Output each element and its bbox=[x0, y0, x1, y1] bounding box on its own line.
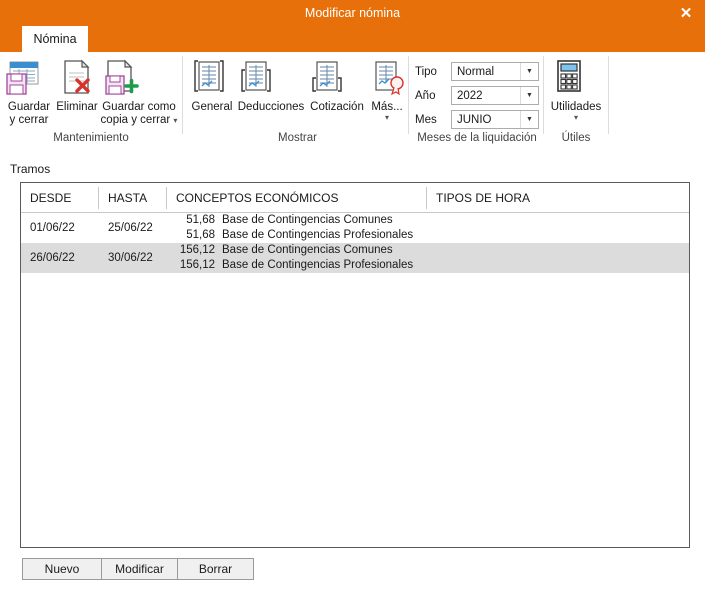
ribbon-separator-1 bbox=[182, 56, 183, 134]
guardar-como-copia-button[interactable]: Guardar como copia y cerrar ▾ bbox=[100, 56, 178, 127]
table-row[interactable]: 26/06/22 30/06/22 156,12 Base de Conting… bbox=[21, 243, 689, 273]
tipo-select[interactable]: Normal ▼ bbox=[451, 62, 539, 81]
tab-nomina[interactable]: Nómina bbox=[22, 26, 88, 52]
nuevo-button[interactable]: Nuevo bbox=[22, 558, 102, 580]
mes-field-row: Mes JUNIO ▼ bbox=[415, 110, 540, 130]
ribbon-tab-strip: Nómina bbox=[0, 26, 705, 52]
mes-select[interactable]: JUNIO ▼ bbox=[451, 110, 539, 129]
group-label-utiles: Útiles bbox=[561, 132, 591, 144]
concept-line: 51,68 Base de Contingencias Profesionale… bbox=[167, 228, 426, 243]
general-button[interactable]: General bbox=[189, 56, 235, 114]
concept-line: 51,68 Base de Contingencias Comunes bbox=[167, 213, 426, 228]
eliminar-button[interactable]: Eliminar bbox=[55, 56, 99, 114]
window-title: Modificar nómina bbox=[304, 6, 401, 20]
chevron-down-icon[interactable]: ▼ bbox=[520, 87, 538, 104]
concept-amount: 51,68 bbox=[186, 229, 215, 241]
ribbon: Guardar y cerrar Eliminar Guardar como c… bbox=[0, 52, 705, 147]
concept-text: Base de Contingencias Comunes bbox=[222, 244, 393, 256]
ribbon-separator-3 bbox=[543, 56, 544, 134]
group-label-mantenimiento: Mantenimiento bbox=[53, 132, 129, 144]
ano-label: Año bbox=[415, 90, 436, 102]
eliminar-label: Eliminar bbox=[56, 101, 98, 113]
cotizacion-button[interactable]: Cotización bbox=[307, 56, 367, 114]
concept-line: 156,12 Base de Contingencias Profesional… bbox=[167, 258, 426, 273]
table-row[interactable]: 01/06/22 25/06/22 51,68 Base de Continge… bbox=[21, 213, 689, 243]
cell-tipos-hora bbox=[427, 213, 689, 243]
cell-desde: 01/06/22 bbox=[30, 222, 75, 234]
group-label-meses: Meses de la liquidación bbox=[417, 132, 537, 144]
tramos-table: DESDE HASTA CONCEPTOS ECONÓMICOS TIPOS D… bbox=[20, 182, 690, 548]
close-icon[interactable]: ✕ bbox=[667, 0, 705, 26]
borrar-button[interactable]: Borrar bbox=[177, 558, 254, 580]
chevron-down-icon[interactable]: ▼ bbox=[520, 111, 538, 128]
deducciones-button[interactable]: Deducciones bbox=[236, 56, 306, 114]
guardar-y-cerrar-button[interactable]: Guardar y cerrar bbox=[4, 56, 54, 127]
report-contribution-icon bbox=[307, 58, 367, 98]
column-header-desde[interactable]: DESDE bbox=[21, 183, 98, 212]
utilidades-button[interactable]: Utilidades ▾ bbox=[549, 56, 603, 122]
group-label-mostrar: Mostrar bbox=[278, 132, 317, 144]
ano-field-row: Año 2022 ▼ bbox=[415, 86, 540, 106]
section-title-tramos: Tramos bbox=[10, 162, 51, 176]
cotizacion-label: Cotización bbox=[310, 101, 364, 113]
concept-amount: 156,12 bbox=[179, 259, 215, 271]
chevron-down-icon[interactable]: ▾ bbox=[549, 114, 603, 122]
guardar-y-cerrar-label-1: Guardar bbox=[7, 101, 51, 113]
ano-value: 2022 bbox=[457, 90, 483, 102]
table-header-row: DESDE HASTA CONCEPTOS ECONÓMICOS TIPOS D… bbox=[21, 183, 689, 213]
content-area: Tramos DESDE HASTA CONCEPTOS ECONÓMICOS … bbox=[0, 146, 705, 611]
cell-hasta: 25/06/22 bbox=[108, 222, 153, 234]
chevron-down-icon[interactable]: ▾ bbox=[173, 117, 177, 125]
column-header-conceptos[interactable]: CONCEPTOS ECONÓMICOS bbox=[167, 183, 426, 212]
cell-tipos-hora bbox=[427, 243, 689, 273]
ribbon-separator-2 bbox=[408, 56, 409, 134]
modificar-button[interactable]: Modificar bbox=[101, 558, 178, 580]
tipo-value: Normal bbox=[457, 66, 495, 78]
mes-value: JUNIO bbox=[457, 114, 492, 126]
concept-text: Base de Contingencias Profesionales bbox=[222, 259, 414, 271]
column-header-tipos-hora[interactable]: TIPOS DE HORA bbox=[427, 183, 689, 212]
ano-select[interactable]: 2022 ▼ bbox=[451, 86, 539, 105]
report-more-icon bbox=[368, 58, 406, 98]
title-bar: Modificar nómina ✕ bbox=[0, 0, 705, 26]
cell-desde: 26/06/22 bbox=[30, 252, 75, 264]
guardar-como-copia-label-1: Guardar como bbox=[102, 101, 176, 113]
report-deductions-icon bbox=[236, 58, 306, 98]
table-body: 01/06/22 25/06/22 51,68 Base de Continge… bbox=[21, 213, 689, 547]
general-label: General bbox=[191, 101, 233, 113]
save-copy-icon bbox=[100, 58, 178, 98]
chevron-down-icon[interactable]: ▼ bbox=[520, 63, 538, 80]
ribbon-separator-4 bbox=[608, 56, 609, 134]
guardar-y-cerrar-label-2: y cerrar bbox=[9, 114, 49, 126]
save-close-icon bbox=[4, 58, 54, 98]
guardar-como-copia-label-2: copia y cerrar ▾ bbox=[100, 114, 178, 126]
tipo-field-row: Tipo Normal ▼ bbox=[415, 62, 540, 82]
concept-amount: 51,68 bbox=[186, 214, 215, 226]
mes-label: Mes bbox=[415, 114, 437, 126]
column-header-hasta[interactable]: HASTA bbox=[99, 183, 166, 212]
calculator-icon bbox=[549, 58, 603, 98]
cell-conceptos: 156,12 Base de Contingencias Comunes 156… bbox=[167, 243, 426, 273]
concept-text: Base de Contingencias Comunes bbox=[222, 214, 393, 226]
concept-text: Base de Contingencias Profesionales bbox=[222, 229, 414, 241]
report-general-icon bbox=[189, 58, 235, 98]
delete-document-icon bbox=[55, 58, 99, 98]
tipo-label: Tipo bbox=[415, 66, 437, 78]
concept-line: 156,12 Base de Contingencias Comunes bbox=[167, 243, 426, 258]
concept-amount: 156,12 bbox=[179, 244, 215, 256]
cell-hasta: 30/06/22 bbox=[108, 252, 153, 264]
chevron-down-icon[interactable]: ▾ bbox=[368, 114, 406, 122]
cell-conceptos: 51,68 Base de Contingencias Comunes 51,6… bbox=[167, 213, 426, 243]
mas-button[interactable]: Más... ▾ bbox=[368, 56, 406, 122]
deducciones-label: Deducciones bbox=[237, 101, 305, 113]
